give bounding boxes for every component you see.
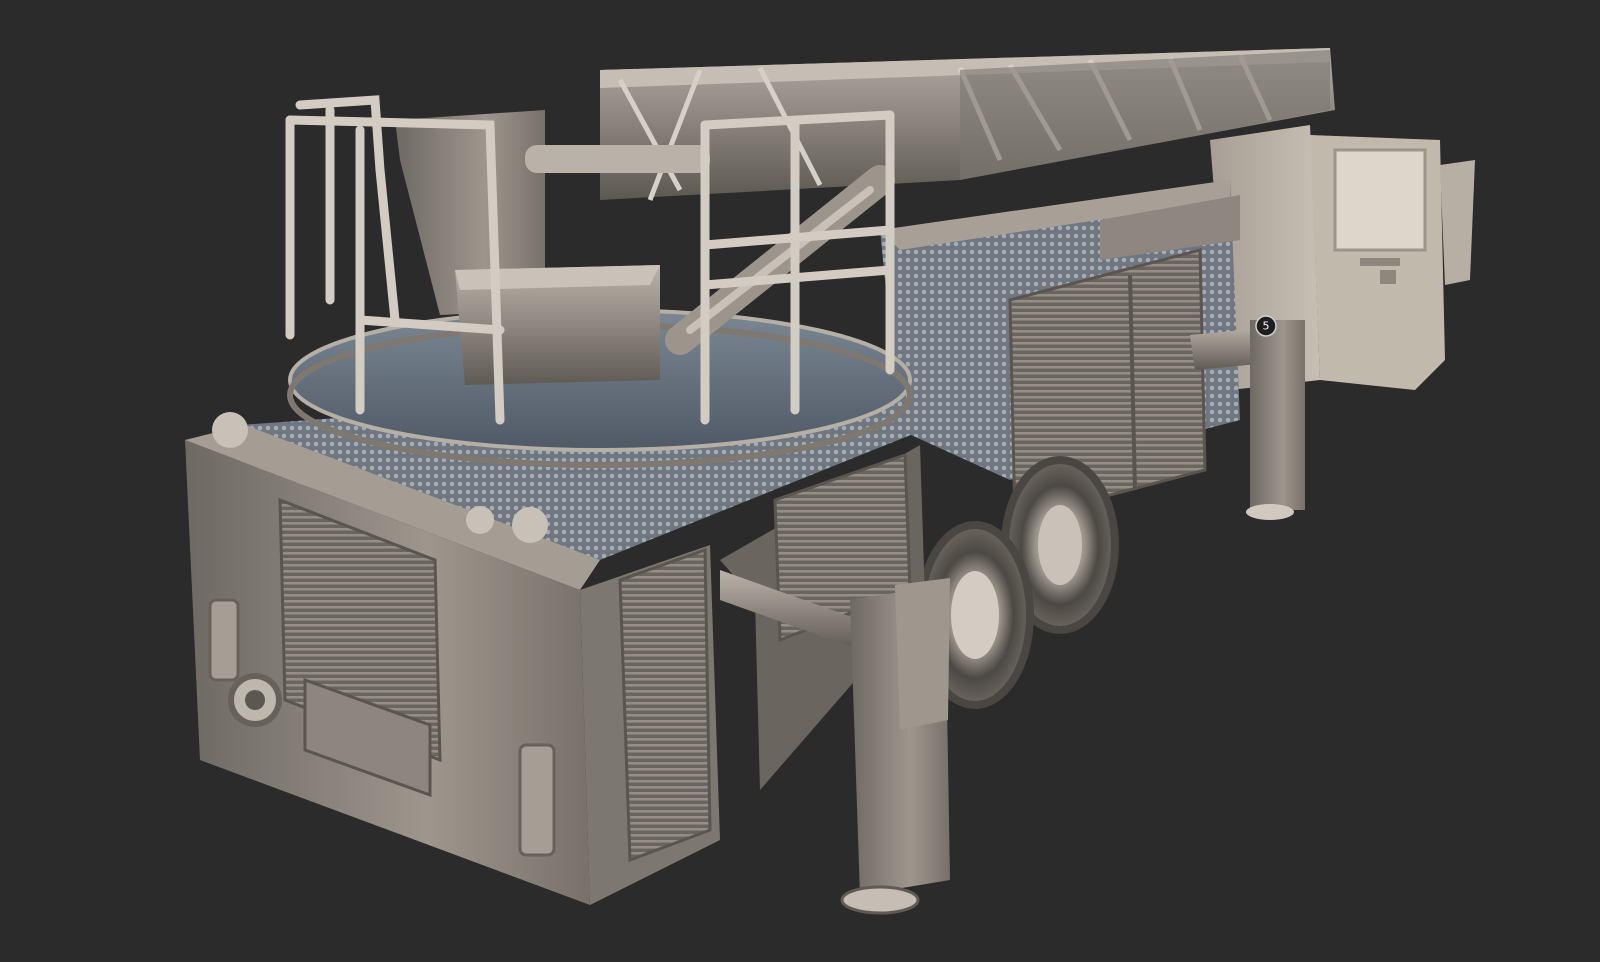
hotspot-marker[interactable]: 5	[1255, 315, 1277, 337]
fire-truck-model-render[interactable]: 5	[0, 0, 1600, 962]
hotspot-label: 5	[1263, 320, 1270, 333]
3d-viewport[interactable]: 5	[0, 0, 1600, 962]
rear-outrigger[interactable]	[720, 570, 950, 915]
